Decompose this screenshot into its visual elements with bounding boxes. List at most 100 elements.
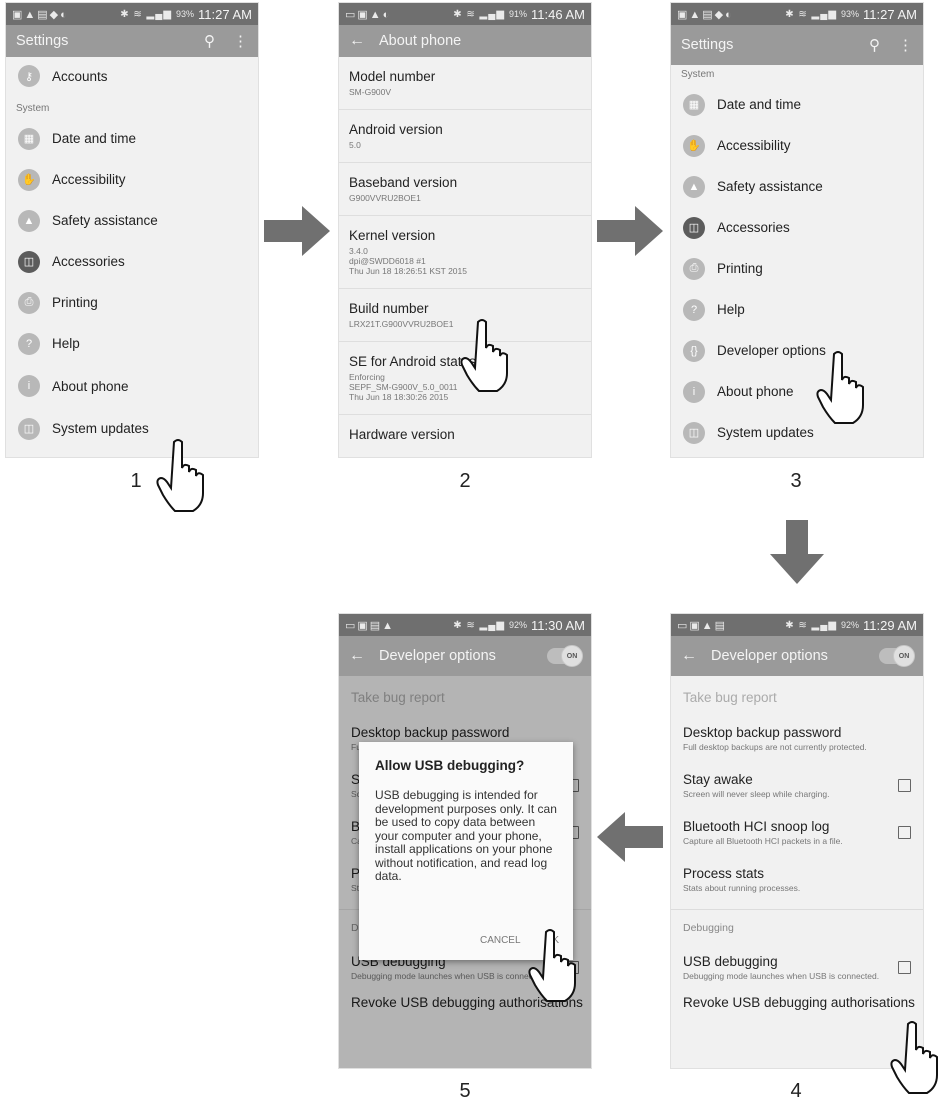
signal-icon: ✱ ≋ ▂▄▆ bbox=[453, 8, 506, 20]
settings-item-accessories[interactable]: ◫ Accessories bbox=[671, 207, 923, 248]
overflow-menu-icon[interactable]: ⋮ bbox=[233, 32, 248, 50]
item-label: Date and time bbox=[52, 131, 137, 146]
signal-icon: ✱ ≋ ▂▄▆ bbox=[120, 8, 173, 20]
clock: 11:27 AM bbox=[198, 6, 252, 22]
desktop-backup-row[interactable]: Desktop backup password Full desktop back… bbox=[671, 715, 923, 762]
step-caption-1: 1 bbox=[130, 470, 142, 492]
row-title: USB debugging bbox=[683, 954, 778, 969]
status-bar: ▣▲▤◆◐ ✱ ≋ ▂▄▆ 93% 11:27 AM bbox=[6, 3, 258, 25]
row-title: Take bug report bbox=[683, 690, 777, 705]
row-sub: 5.0 bbox=[349, 140, 361, 150]
about-row-baseband[interactable]: Baseband version G900VVRU2BOE1 bbox=[339, 163, 591, 216]
row-sub: 3.4.0 dpi@SWDD6018 #1 Thu Jun 18 18:26:5… bbox=[349, 246, 467, 276]
usb-debugging-row[interactable]: USB debugging Debugging mode launches whe… bbox=[671, 944, 923, 991]
settings-item-accessories[interactable]: ◫ Accessories bbox=[6, 241, 258, 282]
about-row-kernel[interactable]: Kernel version 3.4.0 dpi@SWDD6018 #1 Thu … bbox=[339, 216, 591, 289]
step-caption-3: 3 bbox=[790, 470, 802, 492]
signal-icon: ✱ ≋ ▂▄▆ bbox=[785, 8, 838, 20]
info-icon: i bbox=[18, 375, 40, 397]
help-icon: ? bbox=[18, 332, 40, 355]
bt-snoop-row[interactable]: Bluetooth HCI snoop log Capture all Bluet… bbox=[671, 809, 923, 856]
info-icon: i bbox=[683, 380, 705, 403]
revoke-row[interactable]: Revoke USB debugging authorisations bbox=[671, 991, 923, 1020]
row-title: Build number bbox=[349, 301, 429, 316]
take-bug-report-row[interactable]: Take bug report bbox=[671, 676, 923, 715]
settings-item-about-phone[interactable]: i About phone bbox=[6, 364, 258, 408]
clock: 11:27 AM bbox=[863, 6, 917, 22]
item-label: Date and time bbox=[717, 97, 802, 112]
about-row-hardware[interactable]: Hardware version bbox=[339, 415, 591, 454]
accessories-icon: ◫ bbox=[18, 250, 40, 273]
master-toggle[interactable]: ON bbox=[547, 645, 583, 667]
settings-item-safety[interactable]: ▲ Safety assistance bbox=[671, 166, 923, 207]
settings-item-help[interactable]: ? Help bbox=[671, 289, 923, 330]
item-label: Printing bbox=[52, 295, 98, 310]
page-title: Settings bbox=[16, 33, 69, 49]
status-bar: ▭▣▲▤ ✱ ≋ ▂▄▆ 92% 11:29 AM bbox=[671, 614, 923, 636]
signal-icon: ✱ ≋ ▂▄▆ bbox=[785, 619, 838, 631]
item-label: Accessibility bbox=[52, 172, 126, 187]
about-row-model[interactable]: Model number SM-G900V bbox=[339, 57, 591, 110]
row-title: Process stats bbox=[683, 866, 765, 881]
step-caption-2: 2 bbox=[459, 470, 471, 492]
item-label: Safety assistance bbox=[717, 179, 823, 194]
settings-item-about-phone[interactable]: i About phone bbox=[671, 371, 923, 412]
tap-hand-icon bbox=[156, 439, 204, 512]
settings-item-safety[interactable]: ▲ Safety assistance bbox=[6, 200, 258, 241]
app-bar: ← Developer options ON bbox=[671, 636, 923, 676]
arrow-right-icon bbox=[264, 206, 330, 256]
stay-awake-checkbox[interactable] bbox=[898, 779, 911, 792]
row-sub: Full desktop backups are not currently p… bbox=[683, 742, 867, 752]
settings-item-date-time[interactable]: ▦ Date and time bbox=[671, 84, 923, 125]
row-title: Android version bbox=[349, 122, 443, 137]
settings-item-printing[interactable]: ⎙ Printing bbox=[6, 282, 258, 323]
back-arrow-icon[interactable]: ← bbox=[681, 647, 697, 665]
row-title: Model number bbox=[349, 69, 436, 84]
settings-item-date-time[interactable]: ▦ Date and time bbox=[6, 118, 258, 159]
settings-item-printing[interactable]: ⎙ Printing bbox=[671, 248, 923, 289]
notification-icons: ▣▲▤◆◐ bbox=[677, 8, 734, 21]
status-bar: ▣▲▤◆◐ ✱ ≋ ▂▄▆ 93% 11:27 AM bbox=[671, 3, 923, 25]
page-title: Developer options bbox=[711, 648, 828, 664]
settings-item-system-updates[interactable]: ◫ System updates bbox=[6, 408, 258, 449]
search-icon[interactable]: ⚲ bbox=[204, 32, 215, 50]
item-label: System updates bbox=[717, 425, 814, 440]
signal-icon: ✱ ≋ ▂▄▆ bbox=[453, 619, 506, 631]
item-label: About phone bbox=[52, 378, 129, 394]
settings-item-system-updates[interactable]: ◫ System updates bbox=[671, 412, 923, 453]
item-label: Accessibility bbox=[717, 138, 791, 153]
about-row-android[interactable]: Android version 5.0 bbox=[339, 110, 591, 163]
tap-hand-icon bbox=[528, 929, 576, 1002]
item-label: About phone bbox=[717, 384, 794, 399]
item-label: Accessories bbox=[52, 254, 125, 269]
item-label: Accessories bbox=[717, 220, 790, 235]
bt-snoop-checkbox[interactable] bbox=[898, 826, 911, 839]
battery-level: 91% bbox=[509, 9, 528, 19]
search-icon[interactable]: ⚲ bbox=[869, 36, 880, 54]
usb-debugging-checkbox[interactable] bbox=[898, 961, 911, 974]
settings-item-help[interactable]: ? Help bbox=[6, 323, 258, 364]
help-icon: ? bbox=[683, 298, 705, 321]
item-label: System updates bbox=[52, 421, 149, 436]
settings-item-accessibility[interactable]: ✋ Accessibility bbox=[6, 159, 258, 200]
section-header: System bbox=[16, 103, 50, 114]
overflow-menu-icon[interactable]: ⋮ bbox=[898, 36, 913, 54]
back-arrow-icon[interactable]: ← bbox=[349, 32, 365, 50]
battery-level: 92% bbox=[841, 620, 860, 630]
update-icon: ◫ bbox=[18, 417, 40, 440]
item-label: Printing bbox=[717, 261, 763, 276]
settings-item-accounts[interactable]: ⚷ Accounts bbox=[6, 57, 258, 95]
row-title: Hardware version bbox=[349, 427, 455, 442]
process-stats-row[interactable]: Process stats Stats about running process… bbox=[671, 856, 923, 903]
item-label: Accounts bbox=[52, 68, 108, 84]
screen-1-settings: ▣▲▤◆◐ ✱ ≋ ▂▄▆ 93% 11:27 AM Settings ⚲ ⋮ … bbox=[5, 2, 259, 458]
stay-awake-row[interactable]: Stay awake Screen will never sleep while … bbox=[671, 762, 923, 809]
screen-4-developer-options: ▭▣▲▤ ✱ ≋ ▂▄▆ 92% 11:29 AM ← Developer op… bbox=[670, 613, 924, 1069]
settings-item-developer-options[interactable]: {} Developer options bbox=[671, 330, 923, 371]
master-toggle[interactable]: ON bbox=[879, 645, 915, 667]
settings-item-accessibility[interactable]: ✋ Accessibility bbox=[671, 125, 923, 166]
calendar-icon: ▦ bbox=[683, 93, 705, 116]
back-arrow-icon[interactable]: ← bbox=[349, 647, 365, 665]
cancel-button[interactable]: CANCEL bbox=[480, 935, 521, 946]
page-title: Settings bbox=[681, 37, 734, 53]
